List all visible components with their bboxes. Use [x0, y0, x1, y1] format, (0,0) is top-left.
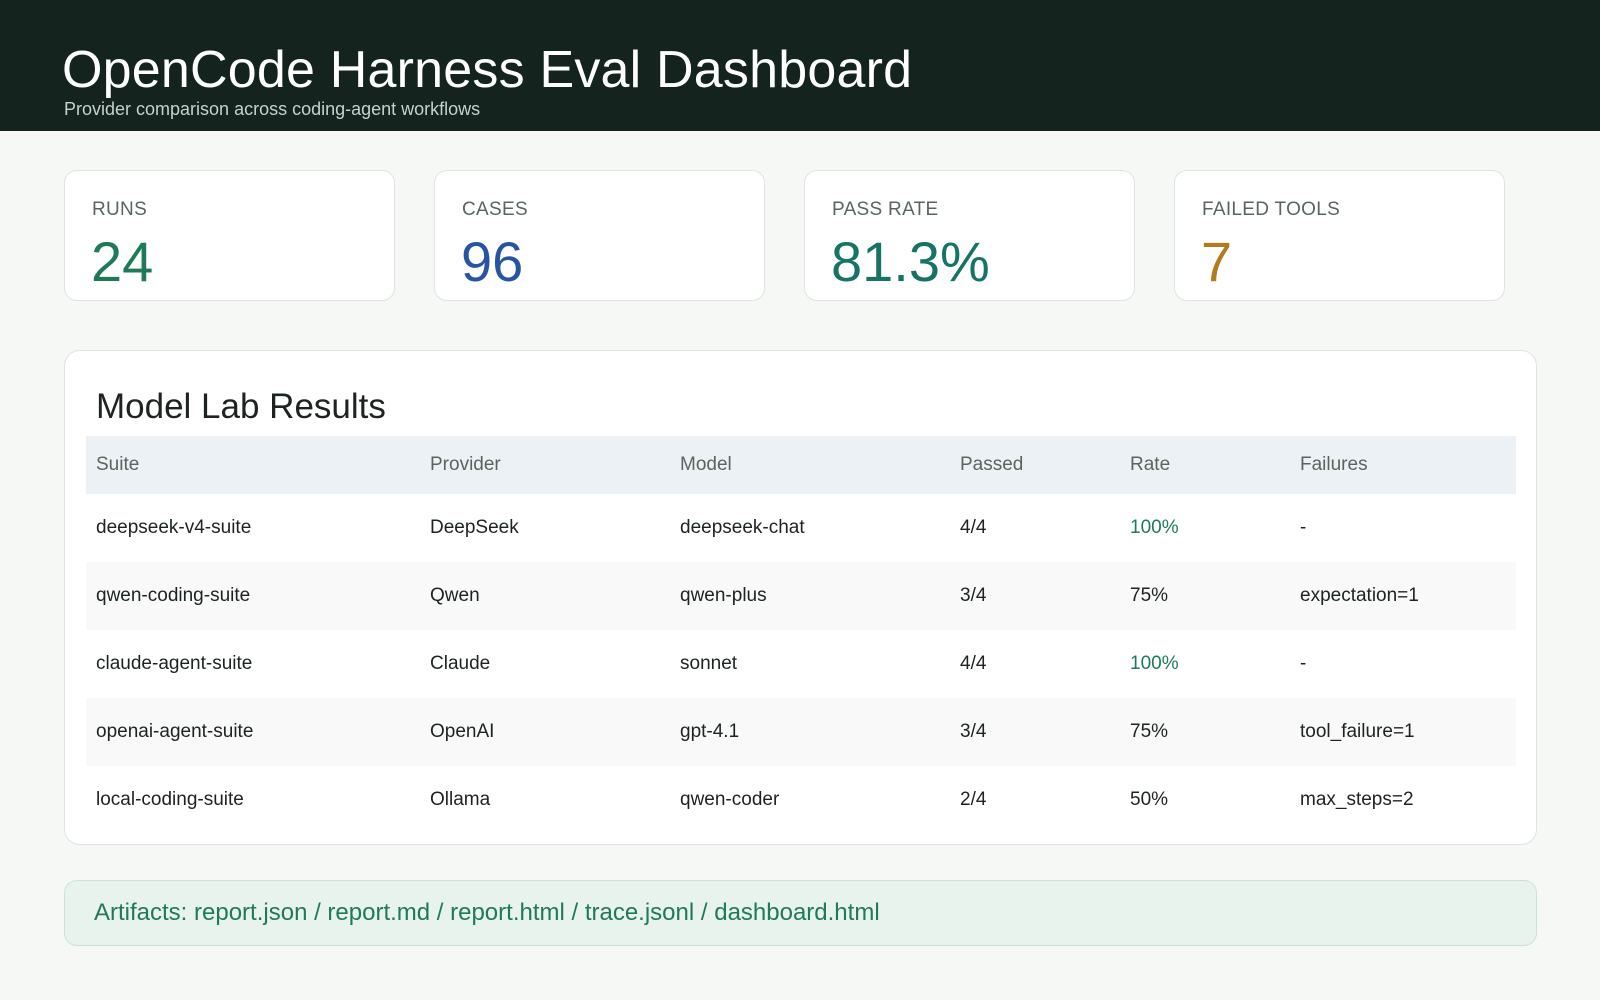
cell-rate: 75%: [1130, 721, 1169, 742]
cell-provider: Claude: [430, 653, 491, 674]
stat-label: CASES: [462, 199, 528, 220]
cell-model: qwen-plus: [680, 585, 767, 606]
stat-label: PASS RATE: [832, 199, 939, 220]
stat-card-failed-tools: FAILED TOOLS 7: [1174, 170, 1505, 301]
stat-card-pass-rate: PASS RATE 81.3%: [804, 170, 1135, 301]
stat-card-cases: CASES 96: [434, 170, 765, 301]
cell-rate: 100%: [1130, 653, 1179, 674]
cell-suite: openai-agent-suite: [96, 721, 254, 742]
column-header-rate: Rate: [1130, 454, 1171, 475]
results-table: Suite Provider Model Passed Rate Failure…: [86, 436, 1516, 834]
cell-model: sonnet: [680, 653, 738, 674]
stat-value: 7: [1201, 230, 1233, 293]
dashboard-header: OpenCode Harness Eval Dashboard Provider…: [0, 0, 1600, 131]
cell-suite: claude-agent-suite: [96, 653, 253, 674]
table-row: qwen-coding-suite Qwen qwen-plus 3/4 75%…: [86, 562, 1516, 630]
stat-label: FAILED TOOLS: [1202, 199, 1341, 220]
column-header-model: Model: [680, 454, 732, 475]
cell-rate: 100%: [1130, 517, 1179, 538]
table-row: claude-agent-suite Claude sonnet 4/4 100…: [86, 630, 1516, 698]
cell-failures: tool_failure=1: [1300, 721, 1415, 742]
results-panel: Model Lab Results Suite Provider Model P…: [64, 350, 1537, 845]
artifacts-banner: Artifacts: report.json / report.md / rep…: [64, 880, 1537, 946]
column-header-provider: Provider: [430, 454, 501, 475]
cell-provider: Qwen: [430, 585, 480, 606]
cell-passed: 3/4: [960, 585, 987, 606]
cell-failures: expectation=1: [1300, 585, 1419, 606]
cell-provider: Ollama: [430, 789, 491, 810]
page-subtitle: Provider comparison across coding-agent …: [64, 99, 481, 119]
table-header: Suite Provider Model Passed Rate Failure…: [86, 436, 1516, 494]
table-row: local-coding-suite Ollama qwen-coder 2/4…: [86, 766, 1516, 834]
cell-suite: qwen-coding-suite: [96, 585, 251, 606]
stat-value: 24: [91, 230, 154, 293]
cell-passed: 4/4: [960, 653, 987, 674]
cell-failures: max_steps=2: [1300, 789, 1414, 810]
cell-suite: local-coding-suite: [96, 789, 244, 810]
table-row: deepseek-v4-suite DeepSeek deepseek-chat…: [86, 494, 1516, 562]
stat-value: 81.3%: [831, 230, 990, 293]
artifacts-text: Artifacts: report.json / report.md / rep…: [94, 899, 880, 926]
column-header-passed: Passed: [960, 454, 1024, 475]
cell-suite: deepseek-v4-suite: [96, 517, 252, 538]
table-row: openai-agent-suite OpenAI gpt-4.1 3/4 75…: [86, 698, 1516, 766]
column-header-suite: Suite: [96, 454, 140, 475]
cell-rate: 75%: [1130, 585, 1169, 606]
cell-rate: 50%: [1130, 789, 1169, 810]
cell-model: deepseek-chat: [680, 517, 805, 538]
stat-card-runs: RUNS 24: [64, 170, 395, 301]
page-title: OpenCode Harness Eval Dashboard: [62, 41, 913, 99]
cell-passed: 2/4: [960, 789, 987, 810]
cell-failures: -: [1300, 517, 1307, 538]
stat-value: 96: [461, 230, 524, 293]
cell-provider: OpenAI: [430, 721, 495, 742]
cell-model: qwen-coder: [680, 789, 780, 810]
cell-passed: 4/4: [960, 517, 987, 538]
cell-provider: DeepSeek: [430, 517, 519, 538]
cell-failures: -: [1300, 653, 1307, 674]
cell-passed: 3/4: [960, 721, 987, 742]
column-header-failures: Failures: [1300, 454, 1368, 475]
cell-model: gpt-4.1: [680, 721, 740, 742]
results-title: Model Lab Results: [96, 387, 386, 426]
stat-label: RUNS: [92, 199, 148, 220]
